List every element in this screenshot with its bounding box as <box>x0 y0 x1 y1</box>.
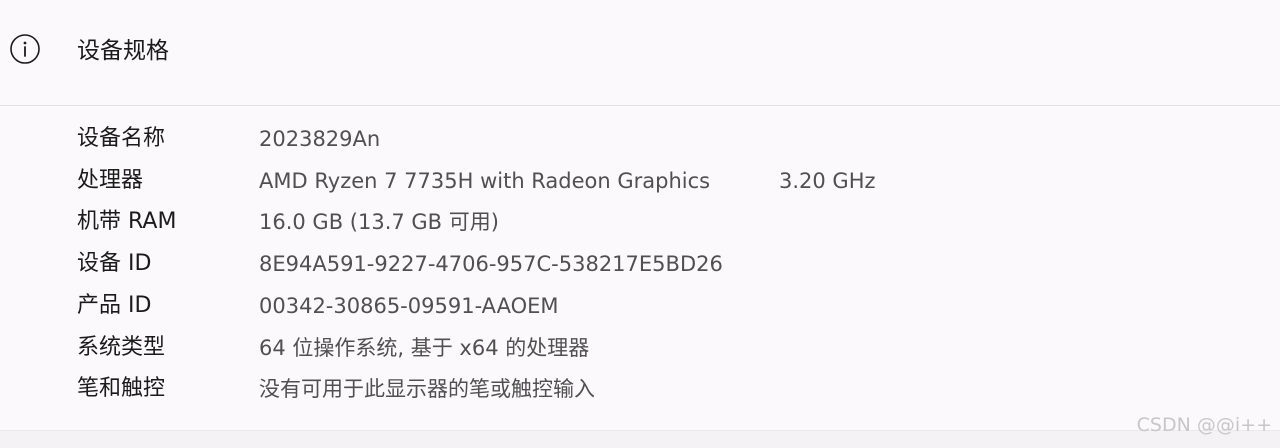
spec-value: 64 位操作系统, 基于 x64 的处理器 <box>259 336 590 360</box>
spec-label: 处理器 <box>77 168 144 193</box>
watermark: CSDN @@i++ <box>1136 414 1272 436</box>
device-specs-header[interactable]: 设备规格 <box>0 0 1280 105</box>
spec-value: 2023829An <box>259 127 381 151</box>
spec-value: 没有可用于此显示器的笔或触控输入 <box>259 377 595 401</box>
spec-row-product-id: 产品 ID 00342-30865-09591-AAOEM <box>0 285 1280 325</box>
spec-row-system-type: 系统类型 64 位操作系统, 基于 x64 的处理器 <box>0 327 1280 367</box>
info-icon <box>10 34 40 64</box>
spec-value: 00342-30865-09591-AAOEM <box>259 294 559 318</box>
device-specs-panel: 设备规格 设备名称 2023829An 处理器 AMD Ryzen 7 7735… <box>0 0 1280 448</box>
spec-label: 产品 ID <box>77 293 152 318</box>
spec-label: 系统类型 <box>77 335 166 360</box>
spec-row-device-id: 设备 ID 8E94A591-9227-4706-957C-538217E5BD… <box>0 243 1280 283</box>
spec-label: 设备名称 <box>77 126 166 151</box>
spec-label: 笔和触控 <box>77 376 166 401</box>
next-section-edge <box>0 430 1280 448</box>
spec-value: 16.0 GB (13.7 GB 可用) <box>259 210 499 234</box>
spec-row-pen-touch: 笔和触控 没有可用于此显示器的笔或触控输入 <box>0 368 1280 408</box>
spec-row-device-name: 设备名称 2023829An <box>0 118 1280 158</box>
spec-row-processor: 处理器 AMD Ryzen 7 7735H with Radeon Graphi… <box>0 160 1280 200</box>
spec-label: 设备 ID <box>77 251 152 276</box>
spec-value: 8E94A591-9227-4706-957C-538217E5BD26 <box>259 252 723 276</box>
spec-row-ram: 机带 RAM 16.0 GB (13.7 GB 可用) <box>0 201 1280 241</box>
spec-value: AMD Ryzen 7 7735H with Radeon Graphics <box>259 169 711 193</box>
header-divider <box>0 105 1280 106</box>
spec-label: 机带 RAM <box>77 209 177 234</box>
device-specs-title: 设备规格 <box>77 38 169 64</box>
spec-processor-speed: 3.20 GHz <box>779 169 876 193</box>
